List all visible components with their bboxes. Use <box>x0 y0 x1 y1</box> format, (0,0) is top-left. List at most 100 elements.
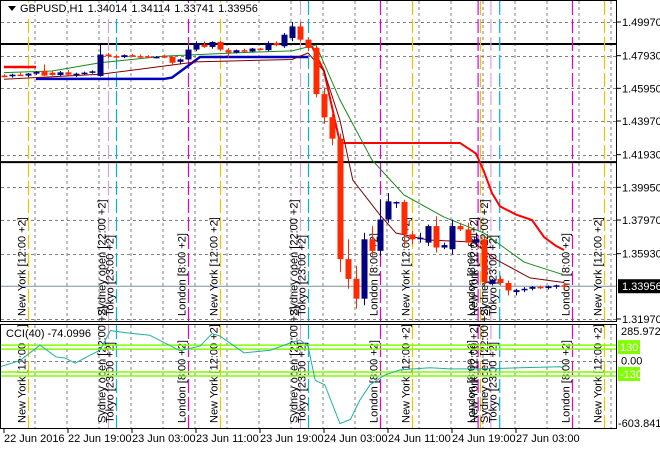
cci-name: CCI(40) <box>6 328 45 340</box>
bear-candle <box>201 44 208 47</box>
price-label: 1.47930 <box>622 51 660 63</box>
bear-candle <box>169 56 176 63</box>
price-label: 1.35930 <box>622 249 660 261</box>
bear-candle <box>241 50 248 52</box>
time-label: 23 Jun 11:00 <box>196 433 259 445</box>
bull-candle <box>521 288 528 291</box>
bull-candle <box>177 59 184 62</box>
session-label-tokyo: Tokyo [23:00 +2] <box>105 342 117 423</box>
bear-candle <box>345 259 352 279</box>
bull-candle <box>33 71 40 74</box>
price-label: 1.39950 <box>622 182 660 194</box>
time-label: 24 Jun 11:00 <box>388 433 451 445</box>
price-label: 1.31970 <box>622 314 660 326</box>
session-label-ny: New York [12:00 +2] <box>401 324 413 423</box>
bull-candle <box>513 290 520 293</box>
time-label: 24 Jun 19:00 <box>452 433 516 445</box>
session-label-london: London [8:00 +2] <box>177 233 189 316</box>
price-label: 1.45950 <box>622 83 660 95</box>
bear-candle <box>49 72 56 75</box>
bull-candle <box>193 42 200 50</box>
bull-candle <box>361 239 368 299</box>
symbol-header: GBPUSD,H1 1.34014 1.34114 1.33741 1.33956 <box>4 3 264 15</box>
bull-candle <box>545 286 552 289</box>
bull-candle <box>121 55 128 58</box>
bear-candle <box>497 278 504 284</box>
bear-candle <box>1 75 8 78</box>
bull-candle <box>249 48 256 52</box>
bear-candle <box>537 286 544 289</box>
bear-candle <box>337 138 344 260</box>
time-label: 23 Jun 03:00 <box>132 433 196 445</box>
bear-candle <box>297 26 304 40</box>
bear-candle <box>145 56 152 58</box>
bear-candle <box>225 50 232 53</box>
dropdown-triangle-icon[interactable] <box>8 6 16 11</box>
bear-candle <box>105 54 112 57</box>
bull-candle <box>209 41 216 47</box>
bull-candle <box>385 201 392 220</box>
bull-candle <box>417 237 424 240</box>
bull-candle <box>233 50 240 53</box>
bull-candle <box>281 34 288 47</box>
session-label-london: London [8:00 +2] <box>177 340 189 423</box>
close-price: 1.33956 <box>218 3 258 15</box>
bear-candle <box>41 71 48 76</box>
session-label-london: London [8:00 +2] <box>561 340 573 423</box>
chart-canvas[interactable]: New York [12:00 +2]New York [12:00 +2]Sy… <box>0 0 660 450</box>
red-upper-line <box>311 45 565 251</box>
price-label: 1.43970 <box>622 116 660 128</box>
bear-candle <box>313 47 320 95</box>
bear-candle <box>353 278 360 299</box>
bear-candle <box>129 55 136 57</box>
bear-candle <box>561 285 568 287</box>
bear-candle <box>401 202 408 235</box>
bear-candle <box>17 74 24 77</box>
bull-candle <box>265 42 272 51</box>
time-label: 27 Jun 03:00 <box>516 433 580 445</box>
bull-candle <box>473 239 480 243</box>
bear-candle <box>273 42 280 46</box>
bear-candle <box>321 94 328 118</box>
cci-max-label: 285.9724 <box>621 326 660 338</box>
bear-candle <box>481 239 488 283</box>
bear-candle <box>257 48 264 51</box>
session-label-ny: New York [12:00 +2] <box>17 217 29 316</box>
session-label-ny: New York [12:00 +2] <box>209 324 221 423</box>
bear-candle <box>369 239 376 251</box>
session-label-ny: New York [12:00 +2] <box>593 324 605 423</box>
time-label: 22 Jun 19:00 <box>68 433 132 445</box>
bear-candle <box>305 39 312 48</box>
session-label-tokyo: Tokyo [23:00 +2] <box>297 235 309 316</box>
open-price: 1.34014 <box>87 3 128 15</box>
bull-candle <box>25 73 32 76</box>
bull-candle <box>393 202 400 204</box>
bear-candle <box>113 56 120 58</box>
price-label: 1.41930 <box>622 150 660 162</box>
current-price-label: 1.33956 <box>622 281 660 293</box>
bull-candle <box>89 71 96 73</box>
cci-value: -74.0996 <box>47 328 91 340</box>
price-label: 1.37970 <box>622 215 660 227</box>
bear-candle <box>433 226 440 248</box>
cci-zero-label: 0.00 <box>621 356 642 368</box>
time-label: 22 Jun 2016 <box>4 433 65 445</box>
bear-candle <box>409 234 416 240</box>
time-label: 24 Jun 03:00 <box>324 433 388 445</box>
bull-candle <box>289 26 296 39</box>
high-price: 1.34114 <box>131 3 171 15</box>
bull-candle <box>9 74 16 77</box>
bull-candle <box>73 73 80 76</box>
bear-candle <box>465 229 472 243</box>
bull-candle <box>489 279 496 284</box>
cci-min-label: -603.8411 <box>618 418 660 430</box>
bull-candle <box>81 72 88 75</box>
time-label: 23 Jun 19:00 <box>260 433 324 445</box>
symbol-name: GBPUSD,H1 <box>20 3 84 15</box>
bear-candle <box>161 56 168 58</box>
bull-candle <box>425 226 432 243</box>
bear-candle <box>65 72 72 75</box>
bear-candle <box>457 226 464 230</box>
price-label: 1.49970 <box>622 17 660 29</box>
bull-candle <box>441 245 448 248</box>
